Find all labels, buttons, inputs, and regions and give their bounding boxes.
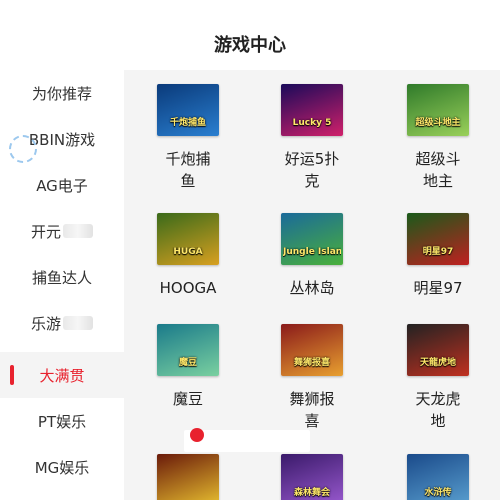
sidebar-item-label: 开元 [30, 222, 61, 241]
game-card[interactable]: Lucky 5 好运5扑 克 [262, 84, 362, 192]
game-name-line: 超级斗 [415, 150, 461, 168]
game-name: 天龙虎 地 [388, 388, 488, 432]
sidebar-item-ag[interactable]: AG电子 [0, 162, 124, 208]
game-thumbnail: 千炮捕鱼 [157, 84, 219, 136]
game-name-line: HOOGA [159, 279, 217, 297]
thumbnail-title: 舞狮报喜 [293, 358, 330, 368]
sidebar-item-label: MG娱乐 [34, 458, 90, 477]
game-name-line: 明星97 [413, 279, 463, 297]
sidebar-item-label: 乐游 [30, 314, 61, 333]
game-card[interactable] [138, 454, 238, 500]
game-thumbnail: 天龍虎地 [407, 324, 469, 376]
sidebar-item-label: 为你推荐 [31, 84, 92, 103]
game-name-line: 舞狮报 [289, 390, 335, 408]
blurred-text [63, 224, 93, 238]
game-thumbnail: 森林舞会 [281, 454, 343, 500]
game-card[interactable]: 魔豆 魔豆 [138, 324, 238, 410]
sidebar-item-recommended[interactable]: 为你推荐 [0, 70, 124, 116]
sidebar-item-pt[interactable]: PT娱乐 [0, 398, 124, 444]
game-name: 魔豆 [138, 388, 238, 410]
thumbnail-title: 千炮捕鱼 [169, 118, 206, 128]
thumbnail-title: Jungle Island [283, 247, 341, 257]
game-name-line: 鱼 [180, 172, 196, 190]
sidebar-item-grand-slam[interactable]: 大满贯 [0, 352, 124, 398]
game-name: 超级斗 地主 [388, 148, 488, 192]
sidebar-item-kaiyuan[interactable]: 开元 [0, 208, 124, 254]
sidebar-item-label: PT娱乐 [37, 412, 87, 431]
game-name-line: 地主 [422, 172, 453, 190]
thumbnail-title: 明星97 [422, 247, 454, 257]
game-thumbnail: 魔豆 [157, 324, 219, 376]
sidebar-item-label: 捕鱼达人 [31, 268, 92, 287]
sidebar-item-label: BBIN游戏 [28, 130, 96, 149]
thumbnail-title: Lucky 5 [292, 118, 332, 128]
thumbnail-title: 魔豆 [178, 358, 197, 368]
game-name: 好运5扑 克 [262, 148, 362, 192]
game-name: 千炮捕 鱼 [138, 148, 238, 192]
game-name-line: 喜 [304, 412, 320, 430]
game-card[interactable]: 明星97 明星97 [388, 213, 488, 299]
game-thumbnail: 明星97 [407, 213, 469, 265]
thumbnail-title: 森林舞会 [293, 488, 330, 498]
game-grid: 千炮捕鱼 千炮捕 鱼 Lucky 5 好运5扑 克 超级斗地主 超级斗 地主 H… [124, 70, 500, 500]
game-thumbnail: 舞狮报喜 [281, 324, 343, 376]
blurred-text [63, 316, 93, 330]
game-name-line: 魔豆 [172, 390, 203, 408]
game-card[interactable]: 超级斗地主 超级斗 地主 [388, 84, 488, 192]
sidebar-item-label: AG电子 [36, 176, 88, 195]
game-name-line: 克 [304, 172, 320, 190]
sidebar-item-fishing[interactable]: 捕鱼达人 [0, 254, 124, 300]
game-card[interactable]: 舞狮报喜 舞狮报 喜 [262, 324, 362, 432]
game-card[interactable]: 森林舞会 [262, 454, 362, 500]
game-thumbnail: HUGA [157, 213, 219, 265]
notification-dot-icon [190, 428, 204, 442]
page-title: 游戏中心 [214, 35, 286, 56]
game-name: 舞狮报 喜 [262, 388, 362, 432]
thumbnail-title: 超级斗地主 [415, 118, 461, 128]
game-card[interactable]: 千炮捕鱼 千炮捕 鱼 [138, 84, 238, 192]
game-name: 明星97 [388, 277, 488, 299]
game-card[interactable]: Jungle Island 丛林岛 [262, 213, 362, 299]
game-thumbnail: 超级斗地主 [407, 84, 469, 136]
header: 游戏中心 [0, 0, 500, 70]
thumbnail-title: 天龍虎地 [419, 358, 456, 368]
game-name-line: 丛林岛 [289, 279, 335, 297]
game-thumbnail: 水浒传 [407, 454, 469, 500]
game-name-line: 千炮捕 [165, 150, 211, 168]
sidebar-item-mg[interactable]: MG娱乐 [0, 444, 124, 490]
sidebar-item-leyou[interactable]: 乐游 [0, 300, 124, 346]
game-thumbnail: Lucky 5 [281, 84, 343, 136]
thumbnail-title: HUGA [173, 247, 203, 257]
game-name-line: 地 [430, 412, 446, 430]
game-thumbnail: Jungle Island [281, 213, 343, 265]
loading-spinner-icon [9, 135, 37, 163]
active-indicator [10, 365, 14, 385]
sidebar-item-label: 大满贯 [39, 366, 85, 385]
game-card[interactable]: HUGA HOOGA [138, 213, 238, 299]
game-card[interactable]: 水浒传 [388, 454, 488, 500]
game-name-line: 好运5扑 [284, 150, 340, 168]
game-name: HOOGA [138, 277, 238, 299]
game-name-line: 天龙虎 [415, 390, 461, 408]
game-thumbnail [157, 454, 219, 500]
game-card[interactable]: 天龍虎地 天龙虎 地 [388, 324, 488, 432]
thumbnail-title: 水浒传 [424, 488, 452, 498]
game-name: 丛林岛 [262, 277, 362, 299]
